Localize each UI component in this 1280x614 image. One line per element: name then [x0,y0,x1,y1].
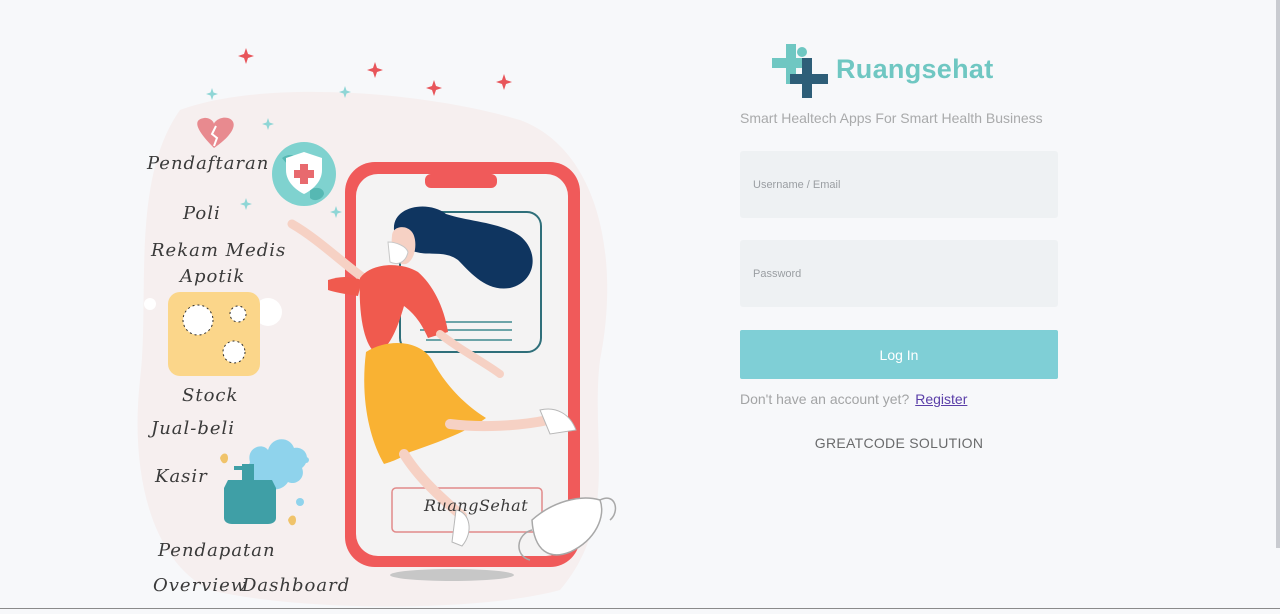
brand-name: Ruangsehat [836,54,994,84]
username-email-input[interactable] [740,151,1058,218]
illustration-label-kasir: Kasir [155,466,208,487]
company-name: GREATCODE SOLUTION [814,435,984,451]
login-button[interactable]: Log In [740,330,1058,379]
illustration-graphic [137,48,617,607]
illustration-label-poli: Poli [183,203,221,224]
no-account-text: Don't have an account yet? [740,391,910,407]
illustration-label-jual-beli: Jual-beli [151,418,236,439]
illustration-label-pendapatan: Pendapatan [158,540,276,561]
login-illustration: Pendaftaran Poli Rekam Medis Apotik Stoc… [0,0,700,609]
illustration-label-dashboard: Dashboard [242,575,351,596]
illustration-label-stock: Stock [182,385,239,406]
brand-tagline: Smart Healtech Apps For Smart Health Bus… [740,110,1043,126]
phone-brand-label: RuangSehat [424,496,529,515]
illustration-label-overview: Overview [153,575,248,596]
illustration-label-pendaftaran: Pendaftaran [147,153,270,174]
password-input[interactable] [740,240,1058,307]
register-prompt: Don't have an account yet? Register [740,391,967,407]
medical-cross-icon [772,44,828,98]
illustration-label-apotik: Apotik [180,266,246,287]
scrollbar[interactable] [1276,0,1280,548]
register-link[interactable]: Register [915,391,967,407]
illustration-label-rekam-medis: Rekam Medis [151,240,287,261]
